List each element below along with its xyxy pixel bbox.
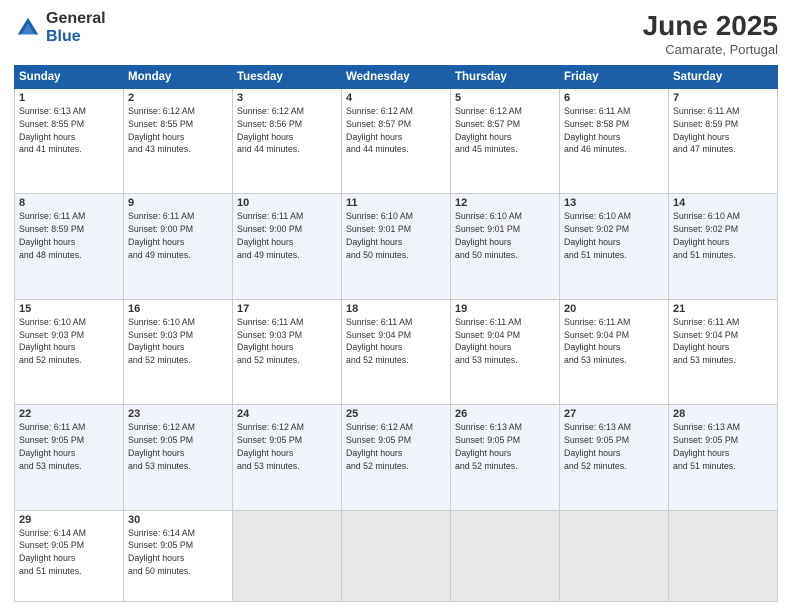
table-row: 6Sunrise: 6:11 AMSunset: 8:58 PMDaylight… (560, 89, 669, 194)
table-row: 3Sunrise: 6:12 AMSunset: 8:56 PMDaylight… (233, 89, 342, 194)
table-row: 18Sunrise: 6:11 AMSunset: 9:04 PMDayligh… (342, 299, 451, 404)
logo: General Blue (14, 10, 106, 45)
table-row: 16Sunrise: 6:10 AMSunset: 9:03 PMDayligh… (124, 299, 233, 404)
table-row: 30Sunrise: 6:14 AMSunset: 9:05 PMDayligh… (124, 510, 233, 601)
table-row: 22Sunrise: 6:11 AMSunset: 9:05 PMDayligh… (15, 405, 124, 510)
col-friday: Friday (560, 66, 669, 89)
table-row: 29Sunrise: 6:14 AMSunset: 9:05 PMDayligh… (15, 510, 124, 601)
col-saturday: Saturday (669, 66, 778, 89)
title-location: Camarate, Portugal (643, 42, 778, 57)
table-row: 26Sunrise: 6:13 AMSunset: 9:05 PMDayligh… (451, 405, 560, 510)
table-row: 10Sunrise: 6:11 AMSunset: 9:00 PMDayligh… (233, 194, 342, 299)
table-row: 21Sunrise: 6:11 AMSunset: 9:04 PMDayligh… (669, 299, 778, 404)
table-row: 14Sunrise: 6:10 AMSunset: 9:02 PMDayligh… (669, 194, 778, 299)
col-thursday: Thursday (451, 66, 560, 89)
table-row: 11Sunrise: 6:10 AMSunset: 9:01 PMDayligh… (342, 194, 451, 299)
table-row (669, 510, 778, 601)
logo-blue: Blue (46, 28, 106, 46)
header: General Blue June 2025 Camarate, Portuga… (14, 10, 778, 57)
table-row: 20Sunrise: 6:11 AMSunset: 9:04 PMDayligh… (560, 299, 669, 404)
table-row: 27Sunrise: 6:13 AMSunset: 9:05 PMDayligh… (560, 405, 669, 510)
col-tuesday: Tuesday (233, 66, 342, 89)
logo-text: General Blue (46, 10, 106, 45)
header-row: Sunday Monday Tuesday Wednesday Thursday… (15, 66, 778, 89)
table-row: 28Sunrise: 6:13 AMSunset: 9:05 PMDayligh… (669, 405, 778, 510)
table-row (451, 510, 560, 601)
col-wednesday: Wednesday (342, 66, 451, 89)
table-row: 23Sunrise: 6:12 AMSunset: 9:05 PMDayligh… (124, 405, 233, 510)
table-row: 19Sunrise: 6:11 AMSunset: 9:04 PMDayligh… (451, 299, 560, 404)
table-row: 7Sunrise: 6:11 AMSunset: 8:59 PMDaylight… (669, 89, 778, 194)
table-row: 8Sunrise: 6:11 AMSunset: 8:59 PMDaylight… (15, 194, 124, 299)
table-row: 2Sunrise: 6:12 AMSunset: 8:55 PMDaylight… (124, 89, 233, 194)
logo-icon (14, 14, 42, 42)
table-row: 1Sunrise: 6:13 AMSunset: 8:55 PMDaylight… (15, 89, 124, 194)
col-monday: Monday (124, 66, 233, 89)
table-row: 12Sunrise: 6:10 AMSunset: 9:01 PMDayligh… (451, 194, 560, 299)
table-row (233, 510, 342, 601)
table-row (342, 510, 451, 601)
calendar-table: Sunday Monday Tuesday Wednesday Thursday… (14, 65, 778, 602)
table-row: 24Sunrise: 6:12 AMSunset: 9:05 PMDayligh… (233, 405, 342, 510)
table-row: 15Sunrise: 6:10 AMSunset: 9:03 PMDayligh… (15, 299, 124, 404)
title-block: June 2025 Camarate, Portugal (643, 10, 778, 57)
col-sunday: Sunday (15, 66, 124, 89)
table-row: 25Sunrise: 6:12 AMSunset: 9:05 PMDayligh… (342, 405, 451, 510)
table-row: 13Sunrise: 6:10 AMSunset: 9:02 PMDayligh… (560, 194, 669, 299)
table-row: 5Sunrise: 6:12 AMSunset: 8:57 PMDaylight… (451, 89, 560, 194)
table-row: 9Sunrise: 6:11 AMSunset: 9:00 PMDaylight… (124, 194, 233, 299)
table-row (560, 510, 669, 601)
table-row: 4Sunrise: 6:12 AMSunset: 8:57 PMDaylight… (342, 89, 451, 194)
title-month: June 2025 (643, 10, 778, 42)
page: General Blue June 2025 Camarate, Portuga… (0, 0, 792, 612)
logo-general: General (46, 10, 106, 28)
table-row: 17Sunrise: 6:11 AMSunset: 9:03 PMDayligh… (233, 299, 342, 404)
